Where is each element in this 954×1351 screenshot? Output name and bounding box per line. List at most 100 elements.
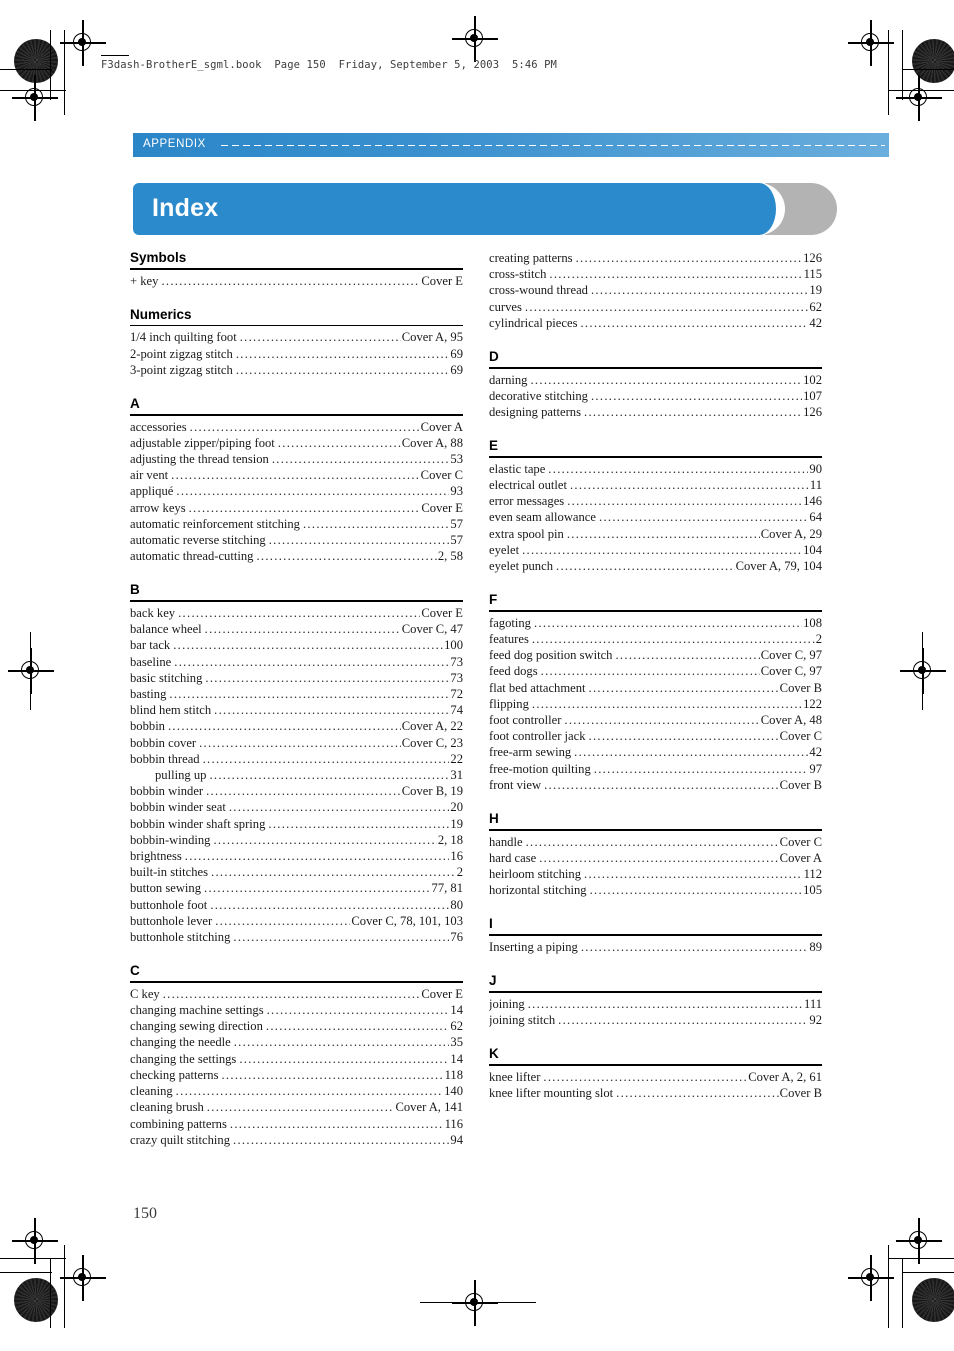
index-entry-page-reference: 76: [450, 930, 463, 945]
index-entry[interactable]: knee lifter mounting slot...............…: [489, 1085, 822, 1101]
index-entry[interactable]: feed dogs...............................…: [489, 663, 822, 679]
index-entry[interactable]: baseline................................…: [130, 654, 463, 670]
index-entry[interactable]: bobbin winder shaft spring..............…: [130, 816, 463, 832]
index-entry[interactable]: brightness..............................…: [130, 848, 463, 864]
index-entry[interactable]: features................................…: [489, 631, 822, 647]
index-entry-leader-dots: ........................................…: [590, 388, 802, 403]
index-entry[interactable]: feed dog position switch................…: [489, 647, 822, 663]
index-entry-page-reference: 73: [450, 670, 463, 685]
index-entry[interactable]: creating patterns.......................…: [489, 250, 822, 266]
index-entry[interactable]: cleaning brush..........................…: [130, 1099, 463, 1115]
index-entry[interactable]: basting.................................…: [130, 686, 463, 702]
index-entry[interactable]: fagoting................................…: [489, 615, 822, 631]
index-section-heading: K: [489, 1046, 499, 1062]
index-entry[interactable]: checking patterns.......................…: [130, 1067, 463, 1083]
index-entry[interactable]: + key...................................…: [130, 273, 463, 289]
index-entry[interactable]: designing patterns......................…: [489, 404, 822, 420]
index-entry[interactable]: hard case...............................…: [489, 850, 822, 866]
index-entry[interactable]: air vent................................…: [130, 467, 463, 483]
index-entry[interactable]: darning.................................…: [489, 372, 822, 388]
index-entry-page-reference: 94: [450, 1132, 463, 1147]
index-entry[interactable]: foot controller.........................…: [489, 712, 822, 728]
index-entry-term: free-arm sewing: [489, 745, 572, 760]
index-entry[interactable]: cross-wound thread......................…: [489, 282, 822, 298]
index-section-heading: B: [130, 582, 140, 598]
index-entry[interactable]: front view..............................…: [489, 777, 822, 793]
index-entry[interactable]: balance wheel...........................…: [130, 621, 463, 637]
index-entry[interactable]: changing machine settings...............…: [130, 1002, 463, 1018]
index-entry-leader-dots: ........................................…: [175, 1084, 443, 1099]
index-entry[interactable]: curves..................................…: [489, 299, 822, 315]
index-entry-page-reference: 116: [444, 1116, 463, 1131]
index-entry[interactable]: bobbin winder...........................…: [130, 783, 463, 799]
index-entry[interactable]: eyelet punch............................…: [489, 558, 822, 574]
index-entry[interactable]: 3-point zigzag stitch...................…: [130, 362, 463, 378]
index-entry-term: button sewing: [130, 881, 202, 896]
index-entry[interactable]: changing sewing direction...............…: [130, 1018, 463, 1034]
index-entry[interactable]: joining stitch..........................…: [489, 1012, 822, 1028]
index-entry-leader-dots: ........................................…: [228, 800, 450, 815]
index-entry[interactable]: buttonhole lever........................…: [130, 913, 463, 929]
index-entry-leader-dots: ........................................…: [575, 251, 803, 265]
index-entry[interactable]: automatic thread-cutting................…: [130, 548, 463, 564]
index-entry[interactable]: changing the needle.....................…: [130, 1034, 463, 1050]
index-entry[interactable]: cross-stitch............................…: [489, 266, 822, 282]
index-entry-leader-dots: ........................................…: [566, 526, 760, 541]
index-entry[interactable]: appliqué................................…: [130, 483, 463, 499]
index-entry[interactable]: bobbin-winding..........................…: [130, 832, 463, 848]
index-entry[interactable]: 1/4 inch quilting foot..................…: [130, 329, 463, 345]
index-entry[interactable]: even seam allowance.....................…: [489, 509, 822, 525]
index-entry-page-reference: 14: [450, 1051, 463, 1066]
index-entry[interactable]: bobbin thread...........................…: [130, 751, 463, 767]
index-entry[interactable]: joining.................................…: [489, 996, 822, 1012]
index-entry[interactable]: flipping................................…: [489, 696, 822, 712]
index-entry[interactable]: basic stitching.........................…: [130, 670, 463, 686]
index-entry[interactable]: changing the settings...................…: [130, 1051, 463, 1067]
index-entry[interactable]: 2-point zigzag stitch...................…: [130, 346, 463, 362]
index-entry[interactable]: adjusting the thread tension............…: [130, 451, 463, 467]
index-entry[interactable]: crazy quilt stitching...................…: [130, 1132, 463, 1148]
index-entry[interactable]: combining patterns......................…: [130, 1116, 463, 1132]
index-entry[interactable]: bar tack................................…: [130, 637, 463, 653]
index-entry[interactable]: knee lifter.............................…: [489, 1069, 822, 1085]
index-entry[interactable]: bobbin cover............................…: [130, 735, 463, 751]
index-entry[interactable]: adjustable zipper/piping foot...........…: [130, 435, 463, 451]
index-entry[interactable]: heirloom stitching......................…: [489, 866, 822, 882]
index-entry[interactable]: automatic reinforcement stitching.......…: [130, 516, 463, 532]
index-entry[interactable]: cylindrical pieces......................…: [489, 315, 822, 331]
index-entry[interactable]: buttonhole stitching....................…: [130, 929, 463, 945]
index-entry[interactable]: error messages..........................…: [489, 493, 822, 509]
index-entry[interactable]: bobbin..................................…: [130, 718, 463, 734]
index-entry[interactable]: button sewing...........................…: [130, 880, 463, 896]
index-entry[interactable]: free-arm sewing.........................…: [489, 744, 822, 760]
index-entry[interactable]: bobbin winder seat......................…: [130, 799, 463, 815]
index-entry[interactable]: free-motion quilting....................…: [489, 761, 822, 777]
index-entry[interactable]: elastic tape............................…: [489, 461, 822, 477]
index-entry[interactable]: eyelet..................................…: [489, 542, 822, 558]
index-entry[interactable]: flat bed attachment.....................…: [489, 680, 822, 696]
index-entry[interactable]: built-in stitches.......................…: [130, 864, 463, 880]
index-entry[interactable]: accessories.............................…: [130, 419, 463, 435]
index-subentry[interactable]: pulling up..............................…: [130, 767, 463, 783]
index-entry[interactable]: buttonhole foot.........................…: [130, 897, 463, 913]
index-entry[interactable]: C key...................................…: [130, 986, 463, 1002]
index-entry[interactable]: electrical outlet.......................…: [489, 477, 822, 493]
index-entry[interactable]: blind hem stitch........................…: [130, 702, 463, 718]
index-entry[interactable]: back key................................…: [130, 605, 463, 621]
index-entry[interactable]: cleaning................................…: [130, 1083, 463, 1099]
index-entry[interactable]: handle..................................…: [489, 834, 822, 850]
index-entry-term: adjusting the thread tension: [130, 452, 269, 466]
index-entry[interactable]: extra spool pin.........................…: [489, 526, 822, 542]
index-entry[interactable]: horizontal stitching....................…: [489, 882, 822, 898]
index-entry-leader-dots: ........................................…: [176, 484, 449, 499]
index-entry-term: cross-wound thread: [489, 283, 588, 298]
index-entry[interactable]: automatic reverse stitching.............…: [130, 532, 463, 548]
index-section-rule: [130, 268, 463, 270]
index-entry[interactable]: arrow keys..............................…: [130, 500, 463, 516]
index-entry[interactable]: foot controller jack....................…: [489, 728, 822, 744]
index-section-rule: [130, 414, 463, 416]
index-entry[interactable]: Inserting a piping......................…: [489, 939, 822, 955]
file-header-rule: [101, 55, 129, 56]
index-entry[interactable]: decorative stitching....................…: [489, 388, 822, 404]
page-title-banner: Index: [133, 183, 837, 235]
